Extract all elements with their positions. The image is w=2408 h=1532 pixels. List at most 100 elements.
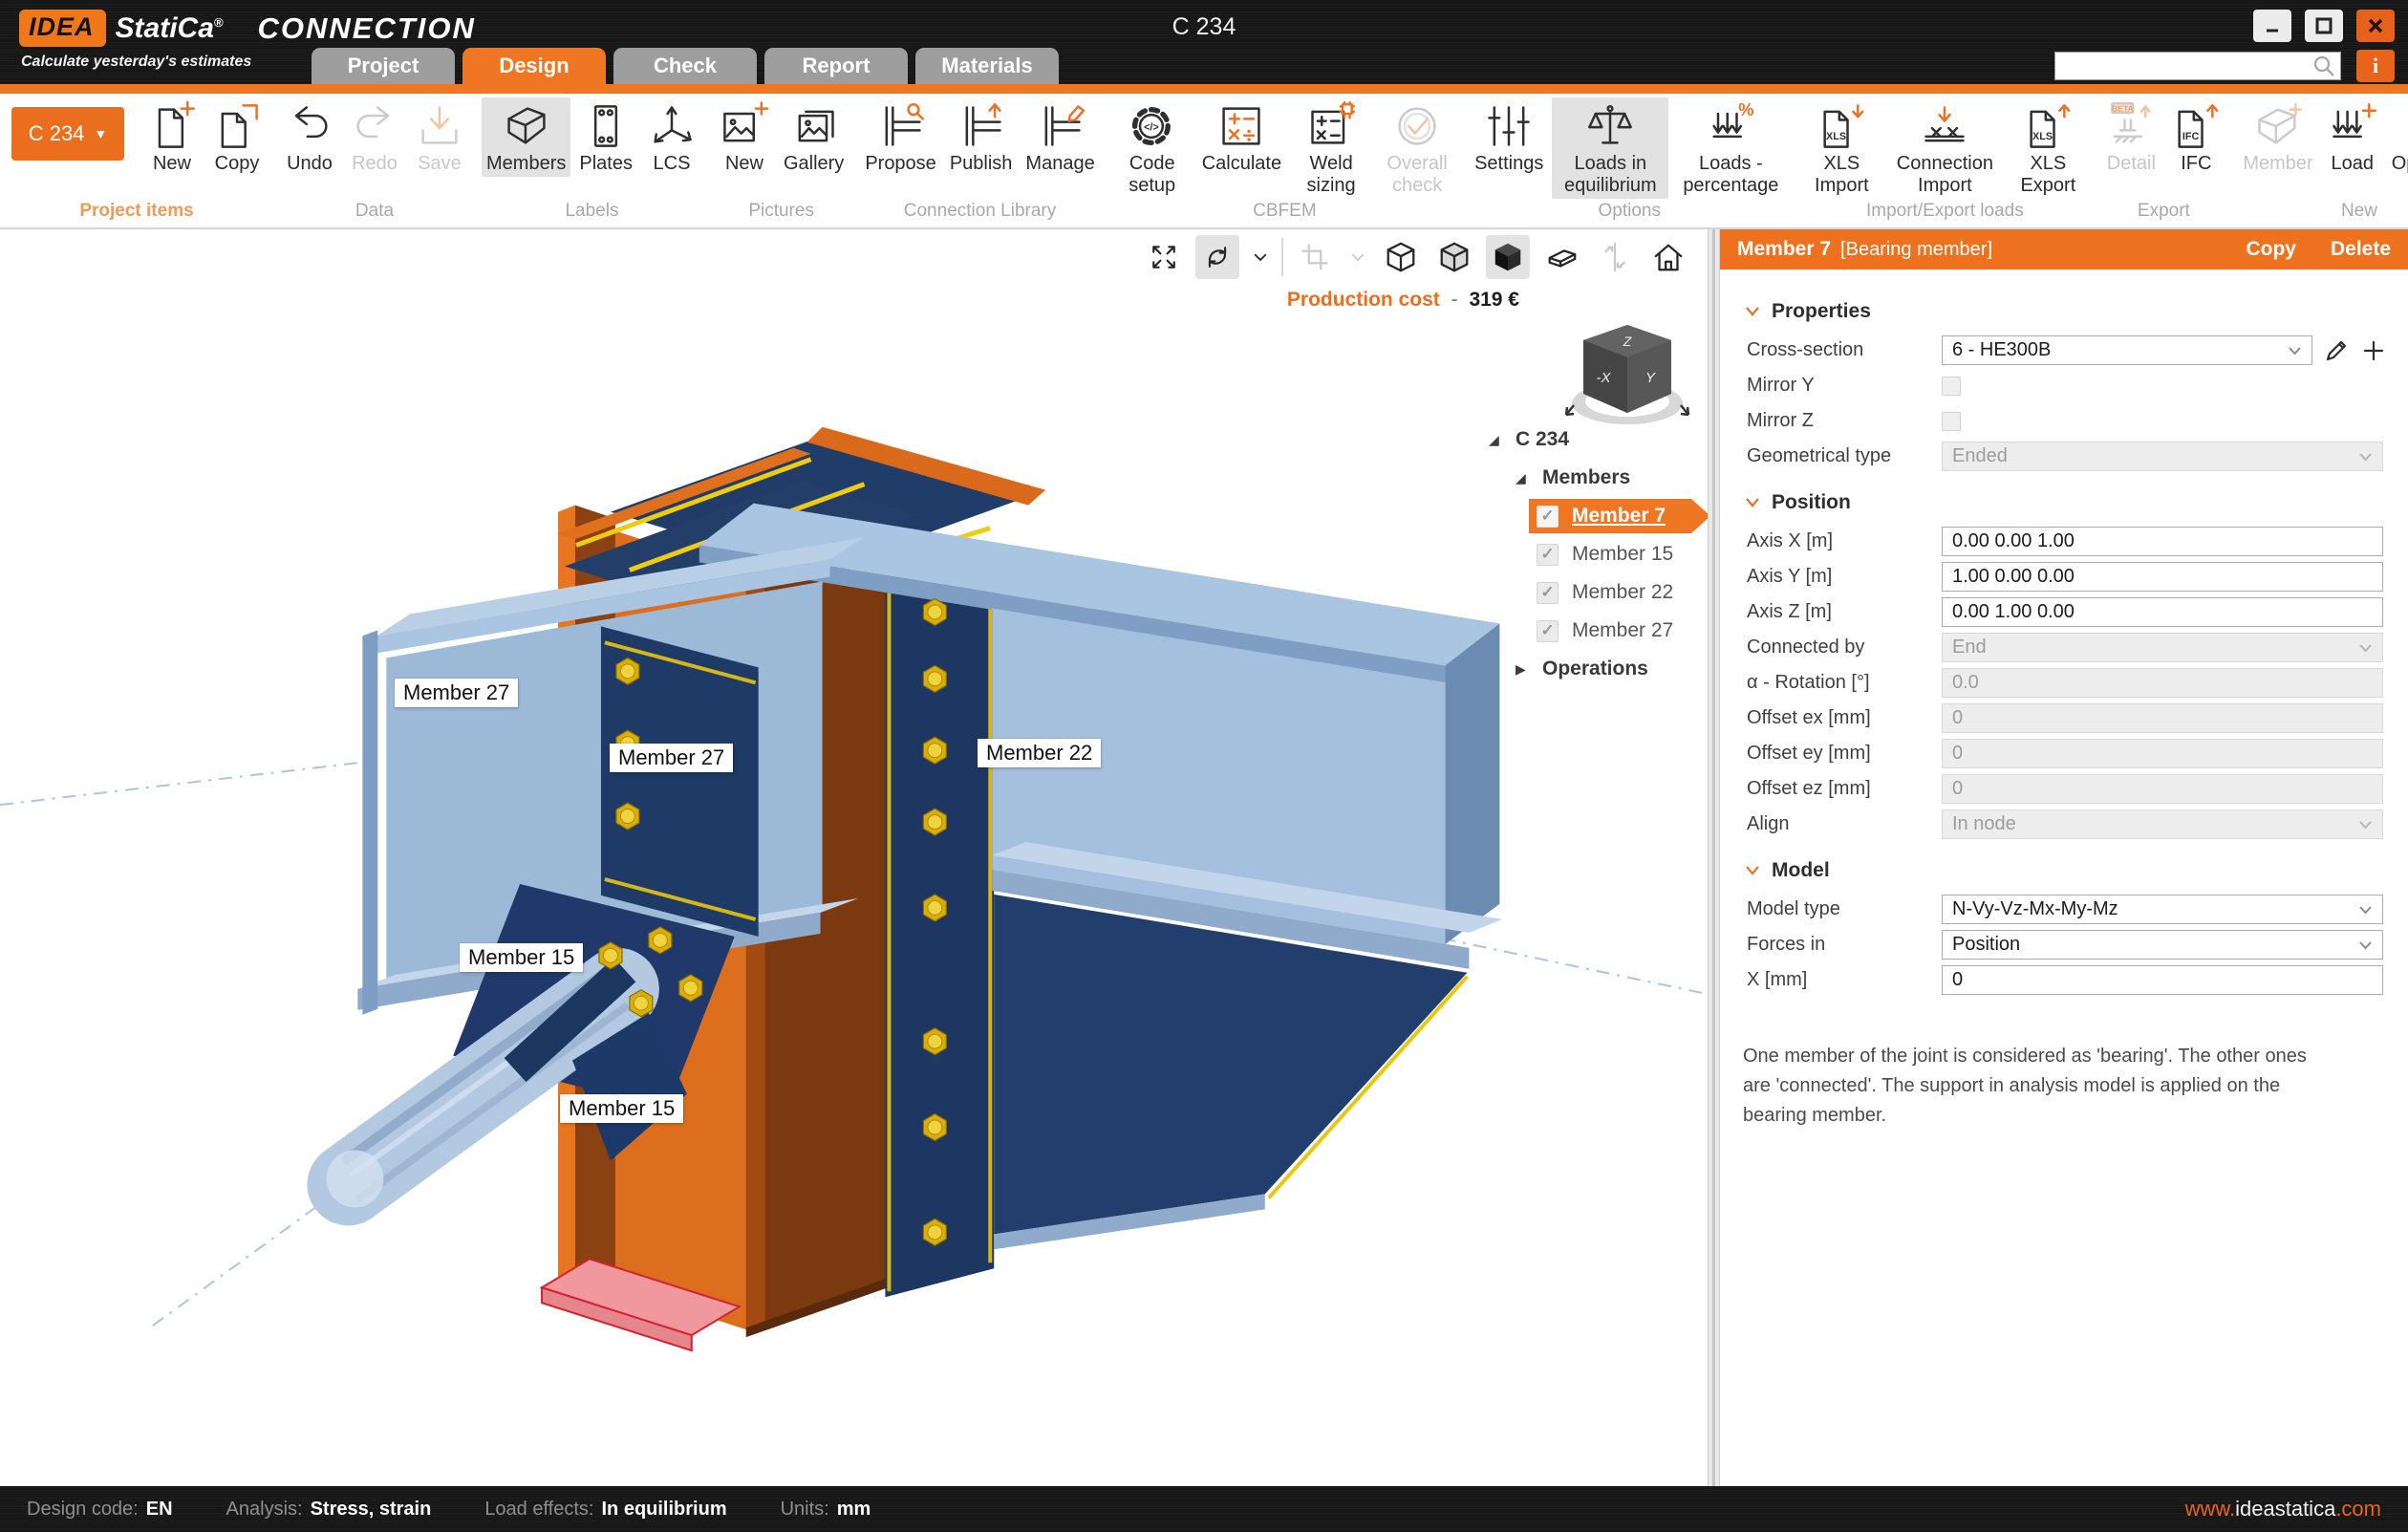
calculate-button[interactable]: Calculate	[1197, 97, 1286, 177]
undo-button[interactable]: Undo	[279, 97, 340, 177]
model-type-select[interactable]: N-Vy-Vz-Mx-My-Mz	[1942, 895, 2383, 924]
xls-import-button[interactable]: XLS XLS Import	[1800, 97, 1882, 199]
selected-member-highlight[interactable]: ✓ Member 7	[1529, 499, 1708, 533]
tab-design[interactable]: Design	[462, 48, 606, 84]
publish-button[interactable]: Publish	[945, 97, 1018, 177]
collapse-chevron-icon	[1745, 860, 1760, 882]
connection-import-button[interactable]: Connection Import	[1886, 97, 2003, 199]
axis-x-input[interactable]: 0.00 0.00 1.00	[1942, 527, 2383, 556]
status-design-code: Design code:EN	[27, 1499, 173, 1521]
solid-view-button[interactable]	[1486, 235, 1530, 279]
section-properties[interactable]: Properties	[1745, 300, 2385, 323]
add-cross-section-button[interactable]	[2362, 339, 2385, 362]
settings-button[interactable]: Settings	[1470, 97, 1548, 177]
axis-z-input[interactable]: 0.00 1.00 0.00	[1942, 597, 2383, 627]
gallery-button[interactable]: Gallery	[779, 97, 849, 177]
plate-view-button[interactable]	[1539, 235, 1583, 279]
save-button[interactable]: Save	[409, 97, 470, 177]
member-visibility-checkbox[interactable]: ✓	[1537, 506, 1559, 528]
detail-export-button[interactable]: BETA Detail	[2100, 97, 2161, 177]
section-flip-button[interactable]	[1593, 235, 1637, 279]
tab-project[interactable]: Project	[312, 48, 455, 84]
rotate-view-button[interactable]	[1195, 235, 1239, 279]
member-visibility-checkbox[interactable]: ✓	[1537, 582, 1559, 604]
chevron-down-icon: ▼	[94, 126, 107, 141]
xls-export-button[interactable]: XLS XLS Export	[2007, 97, 2089, 199]
tree-node-member-15[interactable]: ✓ Member 15	[1483, 535, 1708, 573]
info-button[interactable]: i	[2356, 50, 2395, 82]
propose-button[interactable]: Propose	[860, 97, 941, 177]
expander-icon[interactable]: ◢	[1516, 470, 1531, 486]
code-setup-button[interactable]: </> Code setup	[1111, 97, 1193, 199]
3d-viewport[interactable]: Member 27 Member 27 Member 22 Member 15 …	[0, 229, 1708, 1486]
wireframe-view-button[interactable]	[1379, 235, 1423, 279]
mirror-y-label: Mirror Y	[1743, 375, 1942, 397]
member-visibility-checkbox[interactable]: ✓	[1537, 544, 1559, 566]
tree-node-member-27[interactable]: ✓ Member 27	[1483, 612, 1708, 650]
search-box[interactable]	[2054, 52, 2341, 80]
member-visibility-checkbox[interactable]: ✓	[1537, 620, 1559, 642]
tab-report[interactable]: Report	[764, 48, 908, 84]
crop-view-button[interactable]	[1293, 235, 1337, 279]
tree-node-member-22[interactable]: ✓ Member 22	[1483, 573, 1708, 612]
cross-section-select[interactable]: 6 - HE300B	[1942, 335, 2312, 365]
delete-member-button[interactable]: Delete	[2331, 238, 2391, 261]
minimize-button[interactable]	[2253, 10, 2291, 42]
new-project-item-button[interactable]: New	[141, 97, 203, 177]
forces-in-select[interactable]: Position	[1942, 930, 2383, 960]
crop-options-chevron[interactable]	[1346, 235, 1369, 279]
axis-y-input[interactable]: 1.00 0.00 0.00	[1942, 562, 2383, 592]
labels-members-toggle[interactable]: Members	[482, 97, 570, 177]
balance-scale-icon	[1585, 101, 1635, 151]
expander-icon[interactable]: ◢	[1489, 432, 1504, 448]
status-units: Units:mm	[781, 1499, 871, 1521]
redo-button[interactable]: Redo	[344, 97, 405, 177]
ribbon-group-connection-library: Propose Publish Manage Connection Librar…	[854, 94, 1105, 227]
tree-node-project[interactable]: ◢ C 234	[1483, 421, 1708, 459]
rotate-options-chevron[interactable]	[1249, 235, 1272, 279]
new-picture-button[interactable]: New	[714, 97, 775, 177]
overall-check-button[interactable]: Overall check	[1376, 97, 1458, 199]
mirror-y-checkbox[interactable]	[1942, 377, 1961, 396]
edit-cross-section-button[interactable]	[2324, 338, 2349, 363]
section-model[interactable]: Model	[1745, 859, 2385, 882]
ifc-export-button[interactable]: IFC IFC	[2165, 97, 2226, 177]
ribbon-group-pictures: New Gallery Pictures	[708, 94, 854, 227]
section-position[interactable]: Position	[1745, 491, 2385, 514]
tree-node-members[interactable]: ◢ Members	[1483, 459, 1708, 497]
labels-lcs-toggle[interactable]: LCS	[641, 97, 702, 177]
offset-ex-input: 0	[1942, 703, 2383, 733]
loads-in-equilibrium-toggle[interactable]: Loads in equilibrium	[1552, 97, 1668, 199]
home-view-button[interactable]	[1646, 235, 1690, 279]
mirror-z-checkbox[interactable]	[1942, 412, 1961, 431]
manage-button[interactable]: Manage	[1021, 97, 1099, 177]
x-position-input[interactable]: 0	[1942, 965, 2383, 995]
shaded-edges-view-button[interactable]	[1432, 235, 1476, 279]
new-load-icon	[2328, 101, 2377, 151]
tab-check[interactable]: Check	[613, 48, 757, 84]
new-member-button[interactable]: Member	[2238, 97, 2317, 177]
chevron-down-icon	[2358, 905, 2373, 915]
copy-member-button[interactable]: Copy	[2246, 238, 2296, 261]
tree-node-operations[interactable]: ▶ Operations	[1483, 650, 1708, 688]
search-input[interactable]	[2055, 54, 2311, 78]
view-cube-right-label: Y	[1645, 370, 1656, 386]
close-button[interactable]	[2356, 10, 2395, 42]
loads-percentage-toggle[interactable]: % Loads - percentage	[1672, 97, 1789, 199]
new-load-button[interactable]: Load	[2322, 97, 2383, 177]
copy-project-item-button[interactable]: Copy	[206, 97, 268, 177]
panel-splitter[interactable]	[1708, 229, 1720, 1486]
document-title: C 234	[0, 13, 2408, 41]
tab-materials[interactable]: Materials	[915, 48, 1059, 84]
weld-sizing-button[interactable]: Weld sizing	[1290, 97, 1372, 199]
new-operation-button[interactable]: Operation	[2387, 97, 2408, 177]
website-link[interactable]: www.ideastatica.com	[2185, 1497, 2381, 1521]
tagline: Calculate yesterday's estimates	[21, 54, 251, 71]
maximize-button[interactable]	[2305, 10, 2343, 42]
3d-model[interactable]	[0, 229, 1708, 1486]
labels-plates-toggle[interactable]: Plates	[574, 97, 637, 177]
expander-icon[interactable]: ▶	[1516, 661, 1531, 678]
tree-node-member-7[interactable]: ✓ Member 7	[1483, 497, 1708, 535]
zoom-fit-button[interactable]	[1142, 235, 1186, 279]
project-item-selector[interactable]: C 234▼	[11, 107, 124, 161]
